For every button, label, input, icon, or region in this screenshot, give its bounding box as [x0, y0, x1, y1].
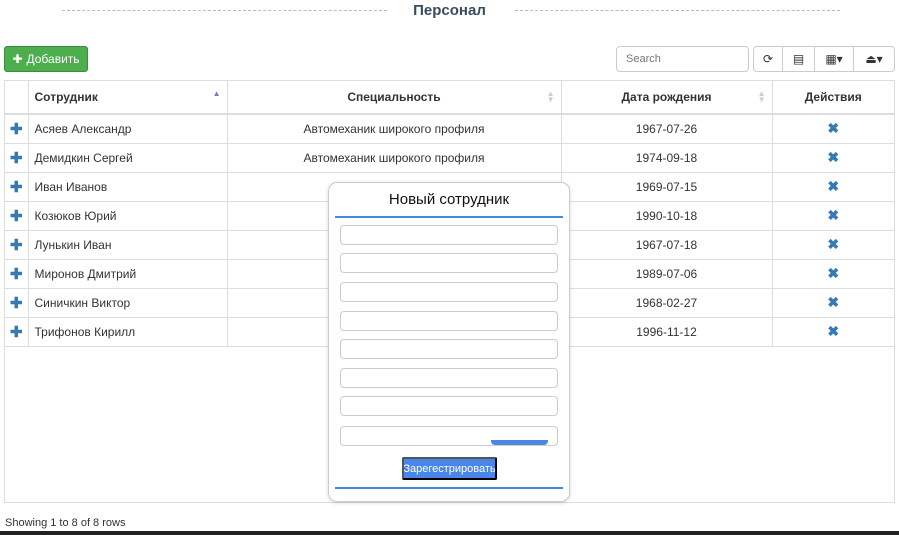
- form-field[interactable]: [340, 339, 558, 359]
- export-button[interactable]: ⏏▾: [853, 46, 895, 72]
- expand-row-icon[interactable]: ✚: [5, 259, 29, 289]
- delete-icon[interactable]: ✖: [772, 317, 894, 347]
- divider: [335, 216, 563, 218]
- header-label: Дата рождения: [621, 90, 712, 104]
- employee-name: Лунькин Иван: [28, 230, 228, 260]
- delete-icon[interactable]: ✖: [772, 172, 894, 202]
- divider: [0, 531, 899, 535]
- delete-icon[interactable]: ✖: [772, 259, 894, 289]
- add-label: Добавить: [26, 52, 80, 66]
- select-field[interactable]: [340, 396, 558, 416]
- employee-name: Демидкин Сергей: [28, 143, 228, 173]
- table-row: ✚ Демидкин Сергей Автомеханик широкого п…: [5, 143, 894, 173]
- detail-column-header: [5, 81, 29, 115]
- plus-icon: ✚: [12, 52, 23, 66]
- delete-icon[interactable]: ✖: [772, 201, 894, 231]
- delete-icon[interactable]: ✖: [772, 143, 894, 173]
- form-field[interactable]: [340, 282, 558, 302]
- column-header-employee[interactable]: Сотрудник ▲: [28, 81, 228, 115]
- columns-icon: ▦▾: [825, 52, 843, 66]
- specialty: Автомеханик широкого профиля: [227, 114, 562, 144]
- sort-asc-icon: ▲: [212, 89, 221, 98]
- delete-icon[interactable]: ✖: [772, 230, 894, 260]
- delete-icon[interactable]: ✖: [772, 114, 894, 144]
- column-header-actions: Действия: [772, 81, 894, 115]
- form-field[interactable]: [340, 253, 558, 273]
- expand-row-icon[interactable]: ✚: [5, 230, 29, 260]
- employee-name: Асяев Александр: [28, 114, 228, 144]
- birth-date: 1990-10-18: [561, 201, 773, 231]
- search-input[interactable]: [616, 46, 749, 72]
- register-button[interactable]: Зарегестрировать: [402, 457, 497, 480]
- expand-row-icon[interactable]: ✚: [5, 317, 29, 347]
- employee-name: Синичкин Виктор: [28, 288, 228, 318]
- form-field[interactable]: [340, 311, 558, 331]
- column-header-specialty[interactable]: Специальность ▲ ▼: [227, 81, 562, 115]
- page-header: Персонал: [0, 0, 899, 24]
- birth-date: 1967-07-18: [561, 230, 773, 260]
- expand-row-icon[interactable]: ✚: [5, 114, 29, 144]
- expand-row-icon[interactable]: ✚: [5, 201, 29, 231]
- scroll-indicator: [491, 440, 548, 445]
- toggle-view-button[interactable]: ▤: [782, 46, 815, 72]
- expand-row-icon[interactable]: ✚: [5, 172, 29, 202]
- birth-date: 1968-02-27: [561, 288, 773, 318]
- sort-icon: ▲ ▼: [546, 89, 555, 104]
- employee-name: Миронов Дмитрий: [28, 259, 228, 289]
- header-label: Действия: [804, 90, 862, 104]
- form-field[interactable]: [340, 225, 558, 245]
- refresh-button[interactable]: ⟳: [753, 46, 783, 72]
- add-button[interactable]: ✚ Добавить: [4, 46, 88, 72]
- birth-date: 1967-07-26: [561, 114, 773, 144]
- refresh-icon: ⟳: [762, 52, 774, 66]
- birth-date: 1969-07-15: [561, 172, 773, 202]
- sort-icon: ▲ ▼: [757, 89, 766, 104]
- column-header-birthdate[interactable]: Дата рождения ▲ ▼: [561, 81, 773, 115]
- export-icon: ⏏▾: [865, 52, 883, 66]
- delete-icon[interactable]: ✖: [772, 288, 894, 318]
- columns-button[interactable]: ▦▾: [814, 46, 854, 72]
- new-employee-modal: Новый сотрудник Зарегестрировать: [328, 182, 570, 502]
- expand-row-icon[interactable]: ✚: [5, 143, 29, 173]
- birth-date: 1974-09-18: [561, 143, 773, 173]
- table-row: ✚ Асяев Александр Автомеханик широкого п…: [5, 114, 894, 144]
- birth-date: 1989-07-06: [561, 259, 773, 289]
- employee-name: Трифонов Кирилл: [28, 317, 228, 347]
- divider: [335, 487, 563, 489]
- specialty: Автомеханик широкого профиля: [227, 143, 562, 173]
- expand-row-icon[interactable]: ✚: [5, 288, 29, 318]
- employee-name: Козюков Юрий: [28, 201, 228, 231]
- header-label: Специальность: [347, 90, 441, 104]
- list-icon: ▤: [792, 52, 805, 66]
- modal-title: Новый сотрудник: [388, 191, 510, 208]
- birth-date: 1996-11-12: [561, 317, 773, 347]
- employee-name: Иван Иванов: [28, 172, 228, 202]
- form-field[interactable]: [340, 368, 558, 388]
- pagination-info: Showing 1 to 8 of 8 rows: [5, 517, 126, 529]
- header-label: Сотрудник: [34, 90, 98, 104]
- page-title: Персонал: [413, 2, 486, 19]
